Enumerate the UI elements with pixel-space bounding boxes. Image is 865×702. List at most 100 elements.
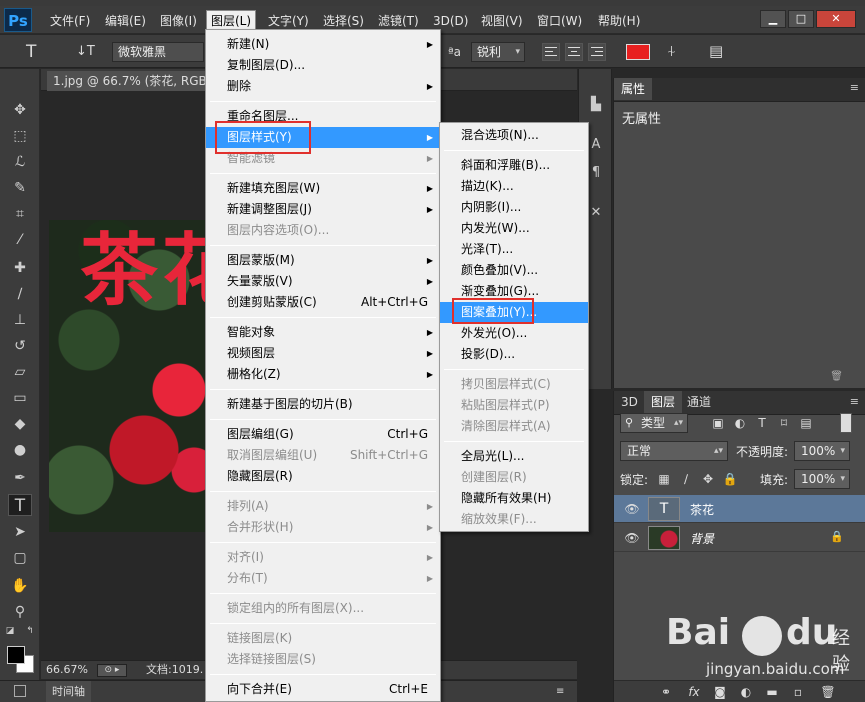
- layer-row-text[interactable]: 👁 T 茶花: [614, 495, 865, 523]
- maximize-button[interactable]: □: [788, 10, 814, 28]
- quick-select-tool-icon[interactable]: ✎: [8, 177, 32, 199]
- type-tool-icon[interactable]: T: [8, 494, 32, 516]
- menu-item[interactable]: 混合选项(N)...: [440, 125, 588, 146]
- zoom-tool-icon[interactable]: ⚲: [8, 601, 32, 623]
- filter-type-icon[interactable]: T: [754, 415, 770, 431]
- clone-stamp-tool-icon[interactable]: ⊥: [8, 309, 32, 331]
- panel-menu-icon[interactable]: ≡: [556, 681, 564, 702]
- menu-item[interactable]: 复制图层(D)...: [206, 55, 440, 76]
- tool-presets-icon[interactable]: ✕: [586, 203, 606, 223]
- menu-item[interactable]: 图层样式(Y) ▶: [206, 127, 440, 148]
- menu-item[interactable]: 图层编组(G) Ctrl+G: [206, 424, 440, 445]
- panel-menu-icon[interactable]: ≡: [850, 395, 859, 408]
- close-button[interactable]: ✕: [816, 10, 856, 28]
- menu-item[interactable]: 视频图层 ▶: [206, 343, 440, 364]
- move-tool-icon[interactable]: ✥: [8, 99, 32, 121]
- tab-3d[interactable]: 3D: [614, 391, 645, 413]
- text-color-swatch[interactable]: [626, 44, 650, 60]
- paragraph-panel-icon[interactable]: ¶: [586, 163, 606, 183]
- hand-tool-icon[interactable]: ✋: [8, 575, 32, 597]
- menu-3d[interactable]: 3D(D): [429, 11, 472, 31]
- menu-view[interactable]: 视图(V): [477, 11, 527, 31]
- history-brush-tool-icon[interactable]: ↺: [8, 335, 32, 357]
- path-select-tool-icon[interactable]: ➤: [8, 521, 32, 543]
- menu-item[interactable]: 栅格化(Z) ▶: [206, 364, 440, 385]
- menu-item[interactable]: 投影(D)...: [440, 344, 588, 365]
- anti-alias-select[interactable]: 锐利 ▾: [471, 42, 525, 62]
- pen-tool-icon[interactable]: ✒: [8, 467, 32, 489]
- menu-filter[interactable]: 滤镜(T): [374, 11, 423, 31]
- tab-layers[interactable]: 图层: [644, 391, 683, 413]
- font-family-select[interactable]: 微软雅黑: [112, 42, 204, 62]
- status-export-button[interactable]: ⊙ ▸: [97, 664, 127, 677]
- minimize-button[interactable]: ▁: [760, 10, 786, 28]
- menu-item[interactable]: 光泽(T)...: [440, 239, 588, 260]
- history-panel-icon[interactable]: ▙: [586, 95, 606, 115]
- gradient-tool-icon[interactable]: ▭: [8, 387, 32, 409]
- fill-input[interactable]: 100% ▾: [794, 469, 850, 489]
- menu-file[interactable]: 文件(F): [46, 11, 94, 31]
- default-colors-icon[interactable]: ◪: [4, 625, 16, 637]
- foreground-color-swatch[interactable]: [7, 646, 25, 664]
- menu-edit[interactable]: 编辑(E): [101, 11, 150, 31]
- opacity-input[interactable]: 100% ▾: [794, 441, 850, 461]
- menu-item[interactable]: 外发光(O)...: [440, 323, 588, 344]
- menu-item[interactable]: 矢量蒙版(V) ▶: [206, 271, 440, 292]
- menu-item[interactable]: 颜色叠加(V)...: [440, 260, 588, 281]
- filter-pixel-icon[interactable]: ▣: [710, 415, 726, 431]
- character-panel-icon[interactable]: ▤: [709, 41, 723, 61]
- menu-item[interactable]: 新建基于图层的切片(B): [206, 394, 440, 415]
- menu-item[interactable]: 新建(N) ▶: [206, 34, 440, 55]
- timeline-tab[interactable]: 时间轴: [46, 681, 91, 702]
- menu-item[interactable]: 创建剪贴蒙版(C) Alt+Ctrl+G: [206, 292, 440, 313]
- layer-filter-select[interactable]: ⚲ 类型 ▴▾: [620, 413, 688, 433]
- blend-mode-select[interactable]: 正常 ▴▾: [620, 441, 728, 461]
- eye-icon[interactable]: 👁: [624, 501, 640, 517]
- lock-transparent-icon[interactable]: ▦: [656, 471, 672, 487]
- menu-item[interactable]: 新建调整图层(J) ▶: [206, 199, 440, 220]
- menu-item[interactable]: 内发光(W)...: [440, 218, 588, 239]
- swap-colors-icon[interactable]: ↰: [24, 625, 36, 637]
- lock-all-icon[interactable]: 🔒: [722, 471, 738, 487]
- menu-item[interactable]: 隐藏图层(R): [206, 466, 440, 487]
- menu-item[interactable]: 重命名图层...: [206, 106, 440, 127]
- layer-name[interactable]: 背景: [690, 530, 714, 547]
- menu-item[interactable]: 隐藏所有效果(H): [440, 488, 588, 509]
- align-center-button[interactable]: [565, 43, 583, 61]
- layer-name[interactable]: 茶花: [690, 501, 714, 518]
- marquee-tool-icon[interactable]: ⬚: [8, 125, 32, 147]
- type-tool-preset-icon[interactable]: T: [26, 42, 36, 62]
- text-orientation-icon[interactable]: ↓T: [76, 42, 95, 62]
- menu-item[interactable]: 斜面和浮雕(B)...: [440, 155, 588, 176]
- menu-item[interactable]: 智能对象 ▶: [206, 322, 440, 343]
- filter-shape-icon[interactable]: ⌑: [776, 415, 792, 431]
- menu-item[interactable]: 描边(K)...: [440, 176, 588, 197]
- menu-item[interactable]: 内阴影(I)...: [440, 197, 588, 218]
- menu-help[interactable]: 帮助(H): [594, 11, 644, 31]
- filter-toggle-switch[interactable]: [840, 413, 852, 433]
- rectangle-tool-icon[interactable]: ▢: [8, 547, 32, 569]
- character-panel-icon[interactable]: A: [586, 135, 606, 155]
- eye-icon[interactable]: 👁: [624, 530, 640, 546]
- eraser-tool-icon[interactable]: ▱: [8, 361, 32, 383]
- document-tab[interactable]: 1.jpg @ 66.7% (茶花, RGB/8: [47, 71, 215, 91]
- tab-properties[interactable]: 属性: [614, 78, 653, 100]
- zoom-level[interactable]: 66.67%: [46, 661, 88, 679]
- menu-item[interactable]: 图案叠加(Y)...: [440, 302, 588, 323]
- healing-brush-tool-icon[interactable]: ✚: [8, 257, 32, 279]
- trash-icon[interactable]: 🗑: [830, 371, 843, 382]
- tab-channels[interactable]: 通道: [680, 391, 718, 413]
- menu-item[interactable]: 渐变叠加(G)...: [440, 281, 588, 302]
- panel-menu-icon[interactable]: ≡: [850, 81, 859, 94]
- menu-item[interactable]: 图层蒙版(M) ▶: [206, 250, 440, 271]
- dodge-tool-icon[interactable]: ●: [8, 439, 32, 461]
- menu-item[interactable]: 向下合并(E) Ctrl+E: [206, 679, 440, 700]
- menu-item[interactable]: 删除 ▶: [206, 76, 440, 97]
- eyedropper-tool-icon[interactable]: ⁄: [8, 229, 32, 251]
- blur-tool-icon[interactable]: ◆: [8, 413, 32, 435]
- lasso-tool-icon[interactable]: ℒ: [8, 151, 32, 173]
- menu-type[interactable]: 文字(Y): [264, 11, 313, 31]
- menu-window[interactable]: 窗口(W): [533, 11, 586, 31]
- menu-select[interactable]: 选择(S): [319, 11, 368, 31]
- timeline-panel-icon[interactable]: [14, 685, 26, 697]
